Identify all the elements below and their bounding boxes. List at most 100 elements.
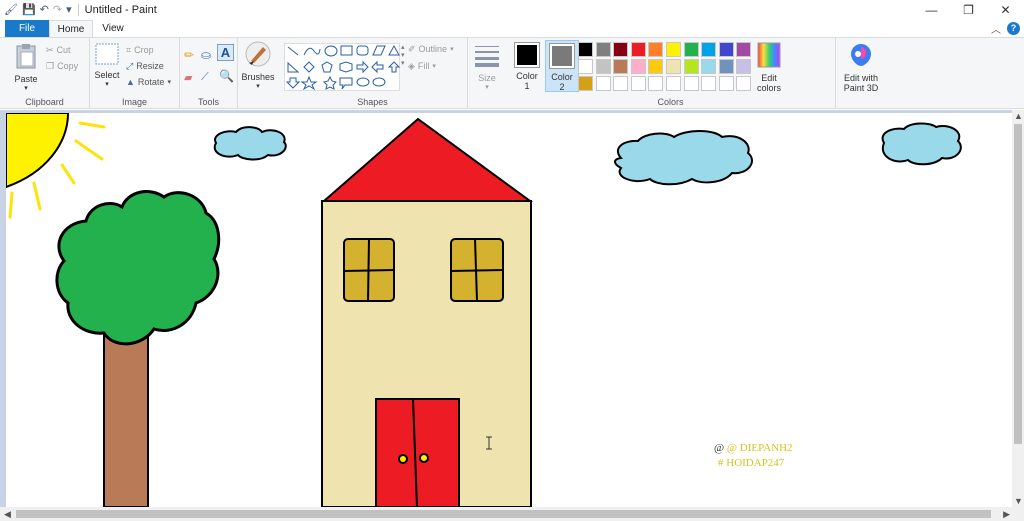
- palette-swatch[interactable]: [578, 59, 593, 74]
- outline-dropdown-icon: ▾: [450, 46, 454, 53]
- edit-with-paint3d-button[interactable]: Edit with Paint 3D: [836, 42, 886, 93]
- palette-swatch[interactable]: [666, 76, 681, 91]
- resize-button[interactable]: ⤢ Resize: [126, 59, 164, 73]
- close-button[interactable]: ✕: [987, 0, 1024, 20]
- palette-swatch[interactable]: [718, 76, 734, 91]
- size-button[interactable]: Size ▾: [470, 44, 504, 93]
- sun-drawing: [6, 113, 106, 219]
- redo-icon[interactable]: ↷: [53, 0, 62, 20]
- rotate-label: Rotate: [137, 77, 165, 87]
- vertical-scrollbar[interactable]: ▲ ▼: [1012, 110, 1024, 507]
- canvas-drawing: [6, 113, 962, 507]
- text-tool-icon[interactable]: A: [217, 44, 234, 61]
- palette-swatch[interactable]: [595, 76, 611, 91]
- paste-label: Paste: [14, 74, 38, 84]
- fill-bucket-icon[interactable]: ⛀: [201, 48, 211, 62]
- title-divider: [77, 4, 79, 16]
- palette-swatch[interactable]: [595, 42, 611, 57]
- palette-swatch[interactable]: [683, 59, 699, 74]
- scroll-left-icon[interactable]: ◀: [4, 509, 11, 520]
- magnifier-icon[interactable]: 🔍: [219, 69, 234, 83]
- palette-swatch[interactable]: [701, 59, 717, 74]
- palette-swatch[interactable]: [736, 42, 752, 57]
- palette-swatch[interactable]: [630, 59, 646, 74]
- palette-swatch[interactable]: [578, 76, 593, 91]
- palette-swatch[interactable]: [718, 42, 734, 57]
- paste-dropdown-icon: ▾: [24, 85, 28, 92]
- ribbon: Paste ▾ ✂ Cut ❐ Copy Clipboard Select ▾ ⌗ C…: [0, 37, 1024, 109]
- outline-button[interactable]: ✐ Outline ▾: [408, 42, 454, 56]
- drawing-canvas[interactable]: @ @ DIEPANH2 # HOIDAP247: [6, 113, 1012, 507]
- color-picker-icon[interactable]: ⟋: [201, 71, 209, 84]
- crop-label: Crop: [134, 45, 154, 55]
- cut-button[interactable]: ✂ Cut: [46, 43, 71, 57]
- scroll-down-icon[interactable]: ▼: [1014, 496, 1023, 506]
- paint-app-icon: 🖌: [4, 4, 18, 16]
- save-icon[interactable]: 💾: [22, 0, 36, 20]
- palette-swatch[interactable]: [666, 42, 681, 57]
- palette-swatch[interactable]: [701, 76, 717, 91]
- palette-swatch[interactable]: [648, 59, 664, 74]
- palette-swatch[interactable]: [736, 76, 752, 91]
- crop-button[interactable]: ⌗ Crop: [126, 43, 154, 57]
- edit-colors-icon: [757, 42, 781, 68]
- crop-icon: ⌗: [126, 44, 132, 55]
- palette-swatch[interactable]: [718, 59, 734, 74]
- palette-swatch[interactable]: [613, 76, 629, 91]
- palette-swatch[interactable]: [578, 42, 593, 57]
- eraser-icon[interactable]: ▰: [184, 71, 192, 84]
- horizontal-scrollbar[interactable]: ◀ ▶: [0, 507, 1012, 521]
- shapes-gallery[interactable]: [284, 43, 401, 91]
- paste-button[interactable]: Paste ▾: [8, 43, 44, 94]
- scroll-up-icon[interactable]: ▲: [1014, 111, 1023, 121]
- resize-icon: ⤢: [126, 60, 134, 71]
- palette-swatch[interactable]: [683, 42, 699, 57]
- door-knob-right: [419, 453, 429, 463]
- palette-swatch[interactable]: [648, 42, 664, 57]
- color1-button[interactable]: Color 1: [510, 42, 544, 91]
- house-window-right: [450, 238, 504, 302]
- tab-home[interactable]: Home: [49, 20, 93, 37]
- tools-group-label: Tools: [197, 97, 219, 107]
- tree-drawing: [55, 190, 221, 507]
- palette-swatch[interactable]: [701, 42, 717, 57]
- palette-swatch[interactable]: [613, 42, 629, 57]
- shapes-scroll-icon[interactable]: ▴ ▾ ▾: [401, 43, 405, 67]
- line-size-icon: [475, 46, 499, 67]
- pencil-icon[interactable]: ✏: [184, 48, 194, 62]
- color2-button[interactable]: Color 2: [545, 40, 579, 92]
- tab-view[interactable]: View: [93, 20, 133, 37]
- brushes-label: Brushes: [241, 72, 275, 82]
- collapse-ribbon-icon[interactable]: ︿: [991, 21, 1001, 36]
- palette-swatch[interactable]: [666, 59, 681, 74]
- horizontal-scroll-thumb[interactable]: [16, 510, 991, 518]
- edit-colors-button[interactable]: Edit colors: [754, 42, 784, 93]
- maximize-button[interactable]: ❐: [950, 0, 987, 20]
- help-icon[interactable]: ?: [1007, 22, 1020, 35]
- palette-swatch[interactable]: [736, 59, 752, 74]
- vertical-scroll-thumb[interactable]: [1014, 124, 1022, 444]
- size-group: Size ▾: [468, 38, 506, 109]
- outline-label: Outline: [418, 44, 448, 54]
- fill-button[interactable]: ◈ Fill ▾: [408, 59, 436, 73]
- palette-swatch[interactable]: [630, 76, 646, 91]
- house-window-left: [343, 238, 395, 302]
- palette-swatch[interactable]: [683, 76, 699, 91]
- minimize-button[interactable]: —: [913, 0, 950, 20]
- tab-file[interactable]: File: [5, 20, 49, 37]
- undo-icon[interactable]: ↶: [40, 0, 49, 20]
- customize-dropdown-icon[interactable]: ▾: [66, 0, 72, 20]
- title-bar: 🖌 💾 ↶ ↷ ▾ Untitled - Paint — ❐ ✕: [0, 0, 1024, 20]
- shapes-group: ▴ ▾ ▾ ✐ Outline ▾ ◈ Fill ▾ Shapes: [278, 38, 468, 109]
- palette-swatch[interactable]: [648, 76, 664, 91]
- select-button[interactable]: Select ▾: [92, 43, 122, 90]
- ribbon-tabs: File Home View ︿ ?: [0, 20, 1024, 37]
- scroll-right-icon[interactable]: ▶: [1003, 509, 1010, 520]
- rotate-button[interactable]: ▲ Rotate ▾: [126, 75, 171, 89]
- copy-icon: ❐: [46, 60, 55, 71]
- copy-button[interactable]: ❐ Copy: [46, 59, 78, 73]
- palette-swatch[interactable]: [630, 42, 646, 57]
- brushes-button[interactable]: Brushes ▾: [240, 41, 276, 92]
- palette-swatch[interactable]: [595, 59, 611, 74]
- palette-swatch[interactable]: [613, 59, 629, 74]
